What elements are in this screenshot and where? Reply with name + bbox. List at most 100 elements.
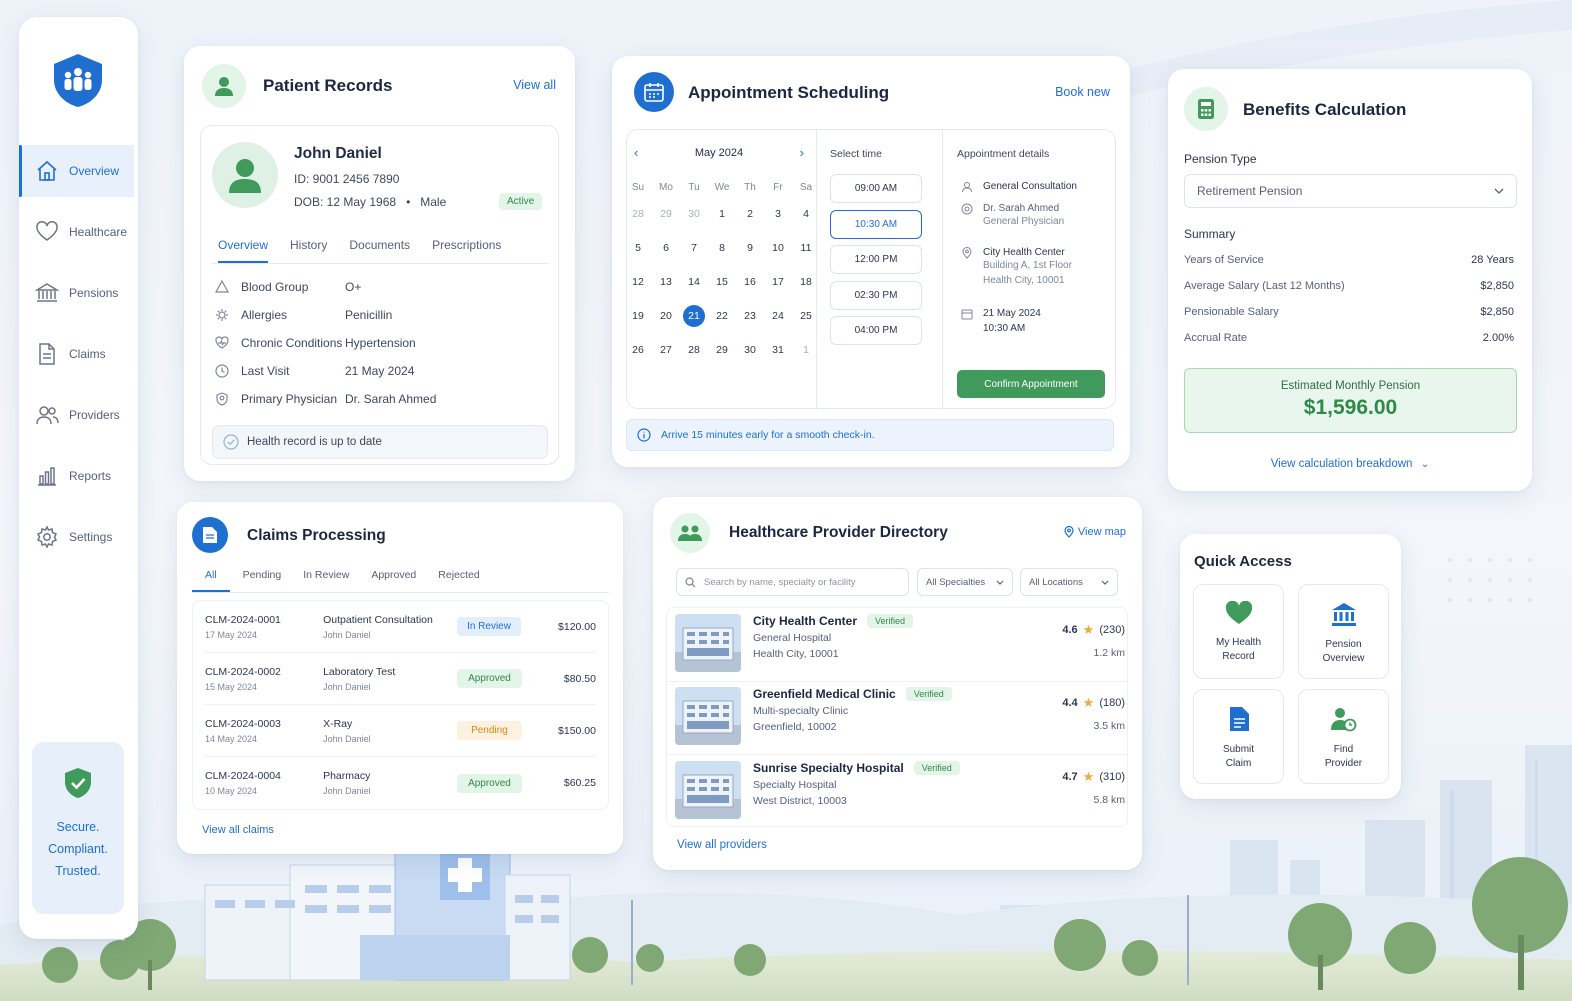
- patient-detail-panel: John Daniel ID: 9001 2456 7890 DOB: 12 M…: [200, 125, 559, 465]
- quick-health-record-button[interactable]: My Health Record: [1193, 584, 1284, 679]
- claim-desc: X-Ray: [323, 717, 353, 730]
- calendar-day[interactable]: 12: [624, 265, 652, 299]
- sidebar-item-settings[interactable]: Settings: [19, 511, 138, 563]
- prev-month-button[interactable]: ‹: [634, 145, 638, 160]
- calendar-day[interactable]: 10: [764, 231, 792, 265]
- patient-dob-row: DOB: 12 May 1968 • Male: [294, 195, 446, 209]
- calendar-day[interactable]: 13: [652, 265, 680, 299]
- view-map-link[interactable]: View map: [1078, 526, 1126, 538]
- calendar-day[interactable]: 1: [792, 333, 820, 367]
- calendar-day[interactable]: 14: [680, 265, 708, 299]
- calendar-day[interactable]: 26: [624, 333, 652, 367]
- table-row[interactable]: CLM-2024-0002 15 May 2024 Laboratory Test…: [205, 653, 596, 705]
- view-all-providers-link[interactable]: View all providers: [677, 839, 767, 851]
- calendar-day[interactable]: 22: [708, 299, 736, 333]
- book-new-link[interactable]: Book new: [1055, 85, 1110, 99]
- chevron-down-icon: [996, 580, 1004, 585]
- row-divider: [667, 681, 1127, 682]
- time-slot[interactable]: 09:00 AM: [830, 174, 922, 203]
- calendar-day[interactable]: 8: [708, 231, 736, 265]
- calendar-day[interactable]: 17: [764, 265, 792, 299]
- calendar-day[interactable]: 16: [736, 265, 764, 299]
- calendar-day[interactable]: 18: [792, 265, 820, 299]
- tab-prescriptions[interactable]: Prescriptions: [432, 238, 501, 263]
- tab-pending[interactable]: Pending: [230, 569, 293, 592]
- calendar-day[interactable]: 25: [792, 299, 820, 333]
- calendar-day[interactable]: 3: [764, 197, 792, 231]
- time-slot[interactable]: 10:30 AM: [830, 209, 922, 239]
- list-item[interactable]: Sunrise Specialty Hospital Verified Specia…: [675, 761, 1125, 831]
- provider-photo: [675, 614, 741, 672]
- list-item[interactable]: Greenfield Medical Clinic Verified Multi-s…: [675, 687, 1125, 757]
- table-row[interactable]: CLM-2024-0001 17 May 2024 Outpatient Cons…: [205, 601, 596, 653]
- calendar-day[interactable]: 11: [792, 231, 820, 265]
- calendar-day[interactable]: 9: [736, 231, 764, 265]
- table-row[interactable]: CLM-2024-0003 14 May 2024 X-Ray John Danie…: [205, 705, 596, 757]
- pension-type-value: Retirement Pension: [1197, 184, 1303, 198]
- search-input[interactable]: Search by name, specialty or facility: [676, 568, 909, 596]
- calendar-day[interactable]: 1: [708, 197, 736, 231]
- calendar-day[interactable]: 29: [708, 333, 736, 367]
- table-row[interactable]: CLM-2024-0004 10 May 2024 Pharmacy John Da…: [205, 757, 596, 809]
- tab-all[interactable]: All: [192, 569, 230, 592]
- detail-address-1: Building A, 1st Floor: [983, 260, 1072, 271]
- slot-list: 09:00 AM 10:30 AM 12:00 PM 02:30 PM 04:00 PM: [830, 174, 922, 352]
- calendar-day[interactable]: 4: [792, 197, 820, 231]
- calendar-day[interactable]: 15: [708, 265, 736, 299]
- sidebar-item-reports[interactable]: Reports: [19, 450, 138, 502]
- location-filter-value: All Locations: [1029, 576, 1083, 588]
- sidebar-item-providers[interactable]: Providers: [19, 389, 138, 441]
- field-blood-group: Blood Group O+: [215, 273, 436, 301]
- list-item[interactable]: City Health Center Verified General Hospit…: [675, 614, 1125, 684]
- calendar-day[interactable]: 19: [624, 299, 652, 333]
- calendar-day[interactable]: 29: [652, 197, 680, 231]
- calendar-day[interactable]: 28: [680, 333, 708, 367]
- calendar-day[interactable]: 30: [736, 333, 764, 367]
- sidebar-item-label: Claims: [69, 347, 106, 361]
- sidebar-item-claims[interactable]: Claims: [19, 328, 138, 380]
- view-all-claims-link[interactable]: View all claims: [202, 824, 274, 836]
- summary-rows: Years of Service 28 Years Average Salary …: [1184, 247, 1514, 351]
- sidebar-item-pensions[interactable]: Pensions: [19, 267, 138, 319]
- confirm-appointment-button[interactable]: Confirm Appointment: [957, 370, 1105, 398]
- calendar-day[interactable]: 20: [652, 299, 680, 333]
- calendar-day[interactable]: 5: [624, 231, 652, 265]
- pension-type-select[interactable]: Retirement Pension: [1184, 174, 1517, 208]
- view-breakdown-link[interactable]: View calculation breakdown: [1271, 458, 1413, 470]
- time-slot[interactable]: 12:00 PM: [830, 245, 922, 274]
- checkin-notice-text: Arrive 15 minutes early for a smooth che…: [661, 429, 875, 441]
- calendar-day[interactable]: 21: [680, 299, 708, 333]
- time-slot[interactable]: 02:30 PM: [830, 280, 922, 310]
- quick-submit-claim-button[interactable]: Submit Claim: [1193, 689, 1284, 784]
- next-month-button[interactable]: ›: [800, 145, 804, 160]
- tab-in-review[interactable]: In Review: [292, 569, 360, 592]
- calendar-day[interactable]: 30: [680, 197, 708, 231]
- location-filter[interactable]: All Locations: [1020, 568, 1118, 596]
- quick-pension-overview-button[interactable]: Pension Overview: [1298, 584, 1389, 679]
- calendar-day[interactable]: 23: [736, 299, 764, 333]
- selected-day: 21: [683, 305, 705, 327]
- calendar-day[interactable]: 6: [652, 231, 680, 265]
- sidebar-item-overview[interactable]: Overview: [19, 145, 134, 197]
- record-status-text: Health record is up to date: [247, 436, 382, 448]
- detail-doctor-name: Dr. Sarah Ahmed: [983, 203, 1060, 214]
- view-all-link[interactable]: View all: [513, 78, 556, 92]
- calendar-day[interactable]: 27: [652, 333, 680, 367]
- detail-facility-name: City Health Center: [983, 247, 1065, 258]
- tab-documents[interactable]: Documents: [349, 238, 410, 263]
- calendar-day[interactable]: 7: [680, 231, 708, 265]
- field-value: O+: [345, 280, 362, 294]
- tab-rejected[interactable]: Rejected: [427, 569, 490, 592]
- calendar-day[interactable]: 2: [736, 197, 764, 231]
- specialty-filter[interactable]: All Specialties: [917, 568, 1013, 596]
- calendar-day[interactable]: 28: [624, 197, 652, 231]
- sidebar-item-healthcare[interactable]: Healthcare: [19, 206, 138, 258]
- tab-history[interactable]: History: [290, 238, 327, 263]
- calendar-day[interactable]: 31: [764, 333, 792, 367]
- tab-approved[interactable]: Approved: [360, 569, 427, 592]
- time-slot[interactable]: 04:00 PM: [830, 316, 922, 345]
- quick-find-provider-button[interactable]: Find Provider: [1298, 689, 1389, 784]
- calendar-day[interactable]: 24: [764, 299, 792, 333]
- claim-desc: Laboratory Test: [323, 665, 396, 678]
- tab-overview[interactable]: Overview: [218, 238, 269, 263]
